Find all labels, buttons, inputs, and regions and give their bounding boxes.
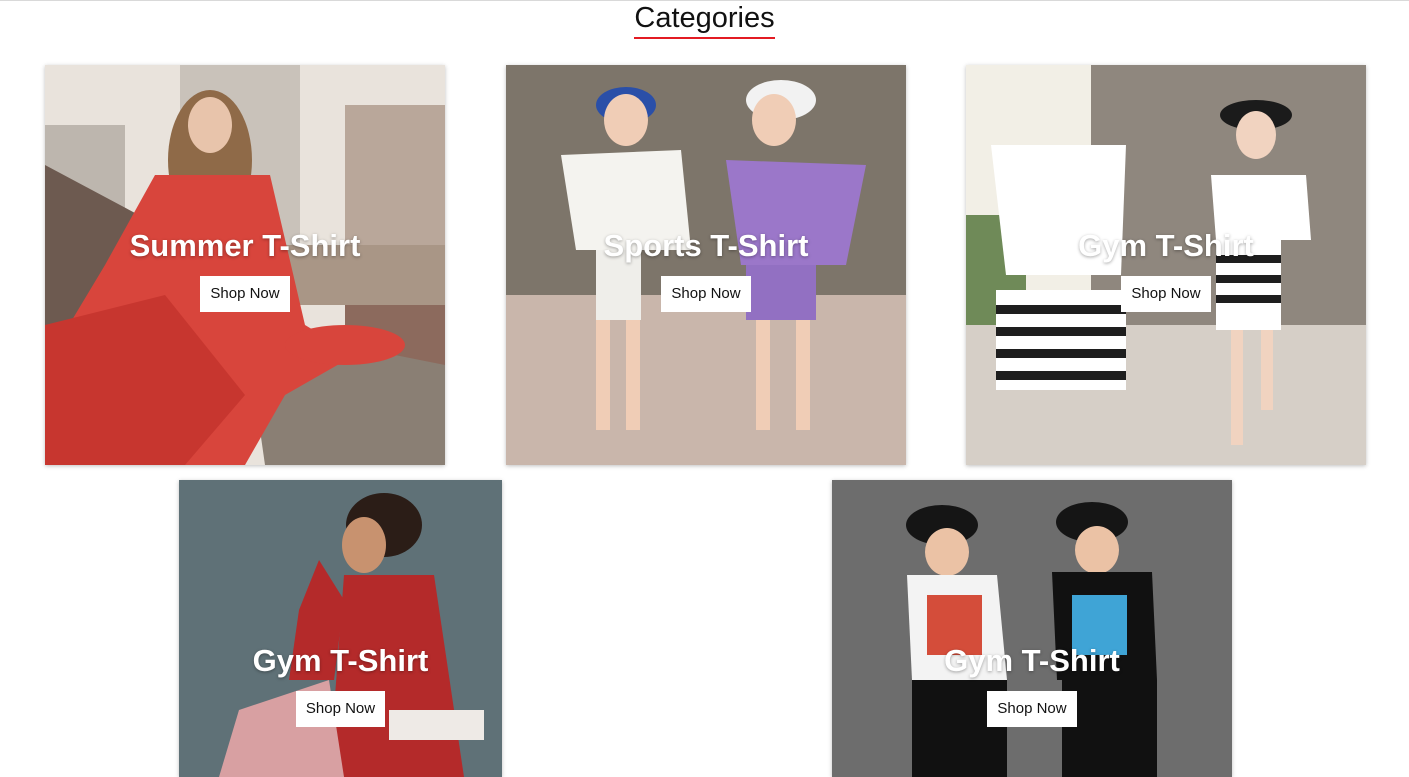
card-overlay: Summer T-Shirt Shop Now — [45, 228, 445, 312]
shop-now-button[interactable]: Shop Now — [295, 691, 386, 727]
card-title: Sports T-Shirt — [603, 228, 809, 263]
card-title: Summer T-Shirt — [129, 228, 361, 263]
woman-in-red-athletic-jacket-photo — [179, 480, 502, 777]
shop-now-button[interactable]: Shop Now — [987, 691, 1077, 727]
section-title: Categories — [634, 0, 775, 39]
shop-now-button[interactable]: Shop Now — [200, 276, 290, 312]
category-card-gym-1[interactable]: Gym T-Shirt Shop Now — [966, 65, 1366, 465]
category-card-summer[interactable]: Summer T-Shirt Shop Now — [45, 65, 445, 465]
section-header: Categories — [0, 0, 1409, 39]
card-title: Gym T-Shirt — [1078, 228, 1254, 263]
card-overlay: Gym T-Shirt Shop Now — [179, 643, 502, 727]
card-overlay: Sports T-Shirt Shop Now — [506, 228, 906, 312]
category-card-sports[interactable]: Sports T-Shirt Shop Now — [506, 65, 906, 465]
card-overlay: Gym T-Shirt Shop Now — [966, 228, 1366, 312]
category-card-gym-3[interactable]: Gym T-Shirt Shop Now — [832, 480, 1232, 777]
shop-now-button[interactable]: Shop Now — [1121, 276, 1211, 312]
shop-now-button[interactable]: Shop Now — [661, 276, 751, 312]
card-title: Gym T-Shirt — [944, 643, 1120, 678]
card-title: Gym T-Shirt — [252, 643, 429, 678]
category-card-gym-2[interactable]: Gym T-Shirt Shop Now — [179, 480, 502, 777]
card-overlay: Gym T-Shirt Shop Now — [832, 643, 1232, 727]
two-boys-in-caps-and-graphic-tees-photo — [832, 480, 1232, 777]
